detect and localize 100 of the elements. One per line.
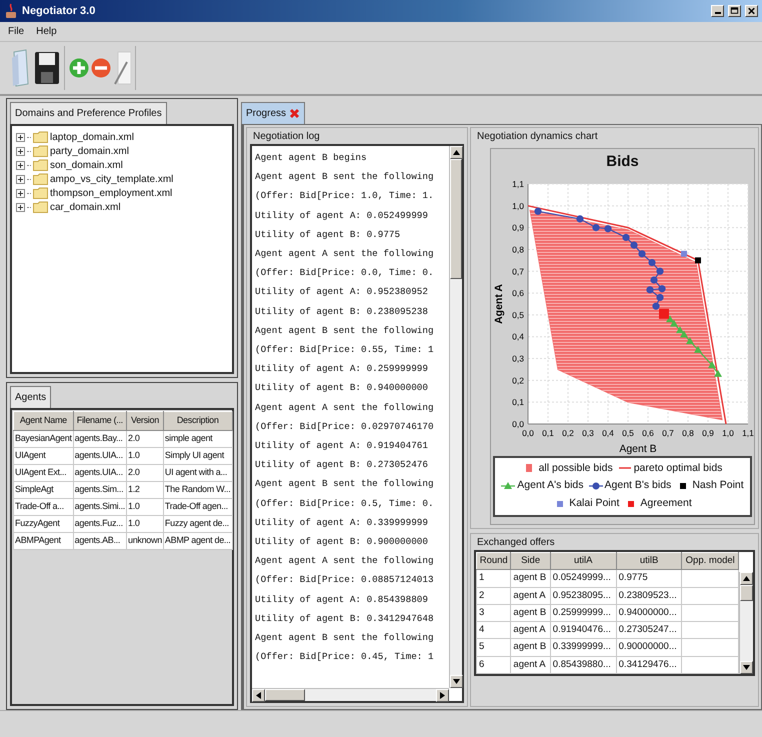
tree-item[interactable]: thompson_employment.xml: [50, 186, 172, 200]
close-button[interactable]: [745, 5, 758, 17]
tree-item[interactable]: ampo_vs_city_template.xml: [50, 172, 174, 186]
vertical-scrollbar[interactable]: [449, 146, 462, 688]
close-icon: [746, 5, 757, 17]
tree-item[interactable]: party_domain.xml: [50, 144, 129, 158]
panel-tab[interactable]: Domains and Preference Profiles: [10, 102, 167, 124]
tick-label: 0,0: [522, 428, 534, 438]
folder-icon: [33, 159, 48, 171]
scroll-left-button[interactable]: [252, 689, 265, 702]
column-header[interactable]: utilB: [616, 552, 682, 570]
edit-icon[interactable]: [113, 50, 131, 86]
horizontal-scrollbar[interactable]: [252, 688, 449, 701]
table-cell: 0.27305247...: [616, 622, 682, 639]
tree-item[interactable]: car_domain.xml: [50, 200, 121, 214]
table-cell: 0.85439880...: [550, 656, 616, 674]
table-cell: agents.Bay...: [73, 430, 126, 447]
log-line: Agent agent B sent the following: [255, 477, 435, 492]
column-header[interactable]: Description: [163, 412, 232, 430]
expand-icon[interactable]: [16, 174, 25, 184]
table-cell: 0.94000000...: [616, 604, 682, 622]
column-header[interactable]: Agent Name: [14, 412, 74, 430]
log-line: Agent agent B sent the following: [255, 631, 435, 646]
menu-item[interactable]: File: [8, 24, 24, 39]
table-cell: agents.UIA...: [73, 447, 126, 464]
column-header[interactable]: utilA: [550, 552, 616, 570]
scrollbar-thumb[interactable]: [740, 585, 753, 601]
add-icon[interactable]: [69, 58, 89, 78]
java-cup-icon: [4, 3, 18, 19]
table-cell: agents.Sim...: [73, 481, 126, 498]
expand-icon[interactable]: [16, 188, 25, 198]
tree-item[interactable]: son_domain.xml: [50, 158, 123, 172]
tick-label: 0,7: [662, 428, 674, 438]
tick-label: 0,3: [512, 353, 524, 364]
tick-label: 0,6: [642, 428, 654, 438]
chart-title: Bids: [606, 152, 639, 172]
table-cell: simple agent: [163, 430, 232, 447]
log-line: Utility of agent A: 0.339999999: [255, 516, 429, 530]
column-header[interactable]: Filename (...: [73, 412, 126, 430]
table-cell: Trade-Off a...: [14, 498, 74, 515]
column-header[interactable]: Side: [510, 552, 550, 570]
tick-label: 0,5: [622, 428, 634, 438]
menu-item[interactable]: Help: [36, 24, 57, 39]
tree-item[interactable]: laptop_domain.xml: [50, 130, 134, 144]
legend-label: Agreement: [640, 496, 692, 511]
table-cell: 1.0: [126, 498, 164, 515]
tick-label: 0,3: [582, 428, 594, 438]
legend-label: Nash Point: [692, 478, 744, 494]
folder-icon: [33, 131, 48, 143]
scrollbar-thumb[interactable]: [265, 689, 305, 701]
expand-icon[interactable]: [16, 202, 25, 212]
expand-icon[interactable]: [16, 132, 25, 142]
log-line: Utility of agent B: 0.940000000: [255, 381, 429, 396]
tick-label: 0,2: [562, 428, 574, 438]
scrollbar-thumb[interactable]: [450, 159, 462, 279]
log-line: (Offer: Bid[Price: 1.0, Time: 1.: [255, 189, 435, 204]
data-point: [592, 224, 600, 231]
table-cell: agents.Simi...: [73, 498, 126, 515]
vertical-scrollbar[interactable]: [739, 572, 753, 674]
remove-icon[interactable]: [91, 58, 111, 78]
log-line: Agent agent B sent the following: [255, 170, 435, 184]
log-line: Utility of agent B: 0.3412947648: [255, 612, 435, 626]
save-icon[interactable]: [34, 50, 60, 86]
table-cell: 0.05249999...: [550, 570, 616, 587]
table-cell: Trade-Off agen...: [163, 498, 232, 515]
scroll-right-button[interactable]: [436, 689, 449, 702]
log-line: Agent agent A sent the following: [255, 247, 435, 262]
tick-label: 1,0: [722, 428, 734, 438]
table-cell: 1.0: [126, 515, 164, 532]
scroll-up-button[interactable]: [450, 146, 463, 159]
table-cell: 0.9775: [616, 570, 682, 587]
scroll-down-button[interactable]: [740, 660, 753, 674]
column-header[interactable]: Opp. model: [682, 552, 738, 570]
log-line: Utility of agent B: 0.238095238: [255, 304, 429, 319]
legend-label: Agent A's bids: [517, 478, 584, 494]
panel-tab[interactable]: Progress: [241, 102, 306, 124]
scroll-up-button[interactable]: [740, 572, 753, 585]
column-header[interactable]: Round: [476, 552, 511, 570]
log-line: Utility of agent B: 0.900000000: [255, 535, 429, 550]
log-line: (Offer: Bid[Price: 0.55, Time: 1: [255, 343, 435, 358]
table-cell: 4: [476, 622, 511, 639]
expand-icon[interactable]: [16, 160, 25, 170]
table-cell: 1.0: [126, 447, 164, 464]
group-label: Negotiation log: [251, 129, 322, 144]
column-header[interactable]: Version: [126, 412, 164, 430]
minimize-button[interactable]: [711, 5, 724, 17]
table-cell: ABMPAgent: [14, 532, 74, 549]
expand-icon[interactable]: [16, 146, 25, 156]
table-cell: agent B: [510, 604, 550, 622]
folder-icon: [33, 173, 48, 185]
tick-label: 0,4: [512, 331, 524, 342]
panel-tab[interactable]: Agents: [10, 386, 52, 408]
table-cell: ABMP agent de...: [163, 532, 232, 549]
scroll-down-button[interactable]: [450, 675, 463, 688]
table-cell: agent A: [510, 656, 550, 674]
log-line: (Offer: Bid[Price: 0.45, Time: 1: [255, 650, 435, 664]
maximize-button[interactable]: [728, 5, 741, 17]
close-icon[interactable]: [289, 108, 300, 119]
table-cell: The Random W...: [163, 481, 232, 498]
table-cell: 2.0: [126, 464, 164, 481]
